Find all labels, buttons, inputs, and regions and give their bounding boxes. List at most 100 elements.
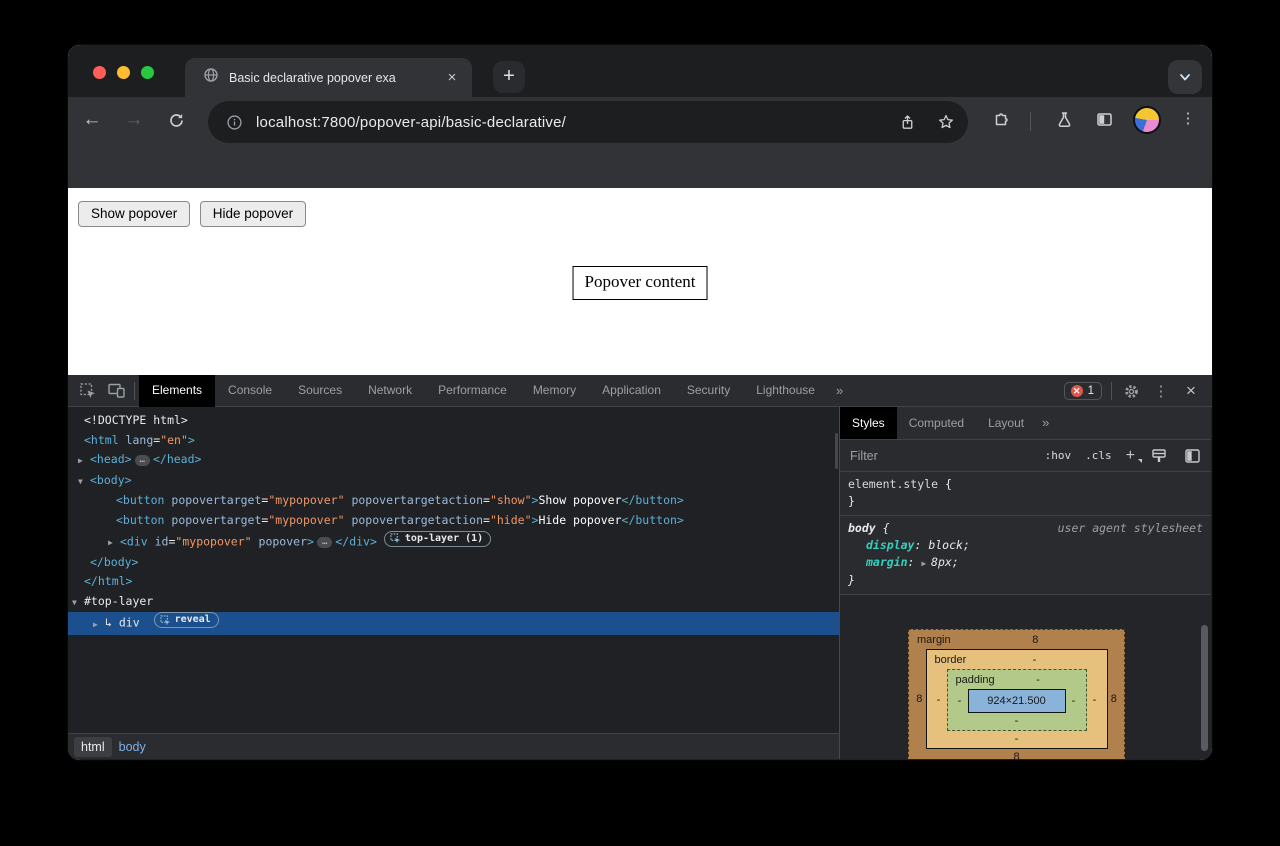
toolbar-separator bbox=[1111, 382, 1112, 400]
adorner-icon bbox=[160, 615, 171, 626]
computed-sidebar-toggle-icon[interactable] bbox=[1184, 448, 1201, 464]
dom-node-row-selected[interactable]: ▶↳ div reveal bbox=[68, 612, 839, 634]
dom-node-row[interactable]: ▶<div id="mypopover" popover>…</div>top-… bbox=[68, 531, 839, 553]
expand-property-icon[interactable]: ▶ bbox=[921, 559, 931, 568]
css-property-display[interactable]: display: block; bbox=[848, 537, 1203, 554]
breadcrumb-item-html[interactable]: html bbox=[74, 737, 112, 757]
forward-button[interactable]: → bbox=[120, 106, 148, 134]
dom-node-row[interactable]: ▶<head>…</head> bbox=[68, 450, 839, 471]
address-bar[interactable]: localhost:7800/popover-api/basic-declara… bbox=[208, 101, 968, 143]
inline-expand-icon[interactable]: … bbox=[135, 455, 150, 466]
share-icon[interactable] bbox=[895, 110, 919, 134]
devtools-tab-console[interactable]: Console bbox=[215, 375, 285, 407]
padding-label: padding bbox=[952, 674, 995, 686]
border-top-value[interactable]: - bbox=[966, 654, 1102, 666]
site-info-icon[interactable] bbox=[222, 110, 246, 134]
bookmark-star-icon[interactable] bbox=[934, 110, 958, 134]
expand-arrow-icon[interactable]: ▼ bbox=[72, 593, 84, 613]
mac-zoom-button[interactable] bbox=[141, 66, 154, 79]
error-count-badge[interactable]: ✕ 1 bbox=[1064, 382, 1102, 400]
devtools-tab-sources[interactable]: Sources bbox=[285, 375, 355, 407]
toggle-hov[interactable]: :hov bbox=[1045, 449, 1072, 462]
devtools-menu-icon[interactable]: ⋮ bbox=[1148, 378, 1174, 404]
devtools-tab-memory[interactable]: Memory bbox=[520, 375, 589, 407]
extensions-icon[interactable] bbox=[989, 107, 1013, 131]
style-rule-element-style[interactable]: element.style {} bbox=[840, 472, 1211, 516]
sidebar-tab-styles[interactable]: Styles bbox=[840, 407, 897, 439]
css-property-margin[interactable]: margin: ▶ 8px; bbox=[848, 554, 1203, 572]
devtools-close-icon[interactable]: × bbox=[1178, 378, 1204, 404]
new-style-rule-button[interactable]: + bbox=[1126, 447, 1135, 465]
mac-close-button[interactable] bbox=[93, 66, 106, 79]
collapse-arrow-icon[interactable]: ▶ bbox=[108, 533, 120, 553]
devtools-main: <!DOCTYPE html><html lang="en">▶<head>…<… bbox=[68, 407, 1212, 759]
dom-node-row[interactable]: <html lang="en"> bbox=[68, 431, 839, 451]
top-layer-badge[interactable]: top-layer (1) bbox=[384, 531, 491, 547]
profile-avatar[interactable] bbox=[1133, 106, 1161, 134]
devtools-tab-performance[interactable]: Performance bbox=[425, 375, 520, 407]
toggle-cls[interactable]: .cls bbox=[1085, 449, 1112, 462]
sidebar-tab-layout[interactable]: Layout bbox=[976, 407, 1036, 439]
inspect-element-button[interactable] bbox=[74, 378, 102, 404]
margin-left-value[interactable]: 8 bbox=[913, 693, 926, 705]
border-bottom-value[interactable]: - bbox=[931, 731, 1103, 747]
hide-popover-button[interactable]: Hide popover bbox=[200, 201, 306, 227]
more-sidebar-tabs-icon[interactable]: » bbox=[1036, 407, 1055, 439]
reload-button[interactable] bbox=[162, 106, 190, 134]
dom-node-row[interactable]: <button popovertarget="mypopover" popove… bbox=[68, 511, 839, 531]
devtools-settings-button[interactable] bbox=[1118, 378, 1144, 404]
devtools-tab-elements[interactable]: Elements bbox=[139, 375, 215, 407]
styles-scrollbar-thumb[interactable] bbox=[1201, 625, 1208, 751]
inline-expand-icon[interactable]: … bbox=[317, 537, 332, 548]
style-rule-body[interactable]: body {user agent stylesheetdisplay: bloc… bbox=[840, 516, 1211, 595]
mac-minimize-button[interactable] bbox=[117, 66, 130, 79]
collapse-arrow-icon[interactable]: ▶ bbox=[93, 615, 105, 635]
more-panels-icon[interactable]: » bbox=[828, 375, 851, 406]
box-model-content[interactable]: 924×21.500 bbox=[968, 689, 1066, 713]
rendering-emulation-icon[interactable] bbox=[1151, 448, 1168, 464]
border-left-value[interactable]: - bbox=[931, 694, 947, 706]
breadcrumb-item-body[interactable]: body bbox=[112, 737, 153, 757]
devtools-tabs: ElementsConsoleSourcesNetworkPerformance… bbox=[139, 375, 828, 407]
margin-right-value[interactable]: 8 bbox=[1108, 693, 1121, 705]
devtools-tab-network[interactable]: Network bbox=[355, 375, 425, 407]
dom-scrollbar-thumb[interactable] bbox=[835, 433, 838, 469]
collapse-arrow-icon[interactable]: ▶ bbox=[78, 451, 90, 471]
back-button[interactable]: ← bbox=[78, 106, 106, 134]
dom-node-row[interactable]: ▼<body> bbox=[68, 471, 839, 492]
box-model-border[interactable]: border- - padding- - 924×21.500 bbox=[926, 649, 1108, 749]
box-model-diagram[interactable]: margin8 8 border- - padding- bbox=[908, 629, 1125, 759]
devtools-tab-security[interactable]: Security bbox=[674, 375, 743, 407]
dom-node-row[interactable]: </body> bbox=[68, 553, 839, 573]
margin-top-value[interactable]: 8 bbox=[951, 634, 1120, 646]
device-toolbar-button[interactable] bbox=[102, 378, 130, 404]
devtools-tab-application[interactable]: Application bbox=[589, 375, 674, 407]
sidebar-tab-computed[interactable]: Computed bbox=[897, 407, 976, 439]
browser-menu-icon[interactable]: ⋮ bbox=[1178, 107, 1198, 131]
box-model-margin[interactable]: margin8 8 border- - padding- bbox=[908, 629, 1125, 759]
padding-bottom-value[interactable]: - bbox=[952, 713, 1082, 729]
styles-filter-input[interactable] bbox=[850, 449, 980, 463]
margin-bottom-value[interactable]: 8 bbox=[913, 749, 1120, 759]
reveal-badge[interactable]: reveal bbox=[154, 612, 219, 628]
padding-left-value[interactable]: - bbox=[952, 695, 968, 707]
box-model-padding[interactable]: padding- - 924×21.500 - - bbox=[947, 669, 1087, 731]
padding-right-value[interactable]: - bbox=[1066, 695, 1082, 707]
dom-node-row[interactable]: </html> bbox=[68, 572, 839, 592]
side-panel-icon[interactable] bbox=[1092, 107, 1116, 131]
browser-tab[interactable]: Basic declarative popover exa × bbox=[185, 58, 472, 97]
styles-sidebar: StylesComputedLayout» :hov .cls + element… bbox=[839, 407, 1211, 759]
show-popover-button[interactable]: Show popover bbox=[78, 201, 190, 227]
dom-node-row[interactable]: <!DOCTYPE html> bbox=[68, 411, 839, 431]
experiments-flask-icon[interactable] bbox=[1052, 107, 1076, 131]
tab-search-button[interactable] bbox=[1168, 60, 1202, 94]
new-tab-button[interactable]: + bbox=[493, 61, 525, 93]
url-text[interactable]: localhost:7800/popover-api/basic-declara… bbox=[256, 114, 968, 131]
expand-arrow-icon[interactable]: ▼ bbox=[78, 472, 90, 492]
padding-top-value[interactable]: - bbox=[995, 674, 1082, 686]
dom-node-row[interactable]: <button popovertarget="mypopover" popove… bbox=[68, 491, 839, 511]
border-right-value[interactable]: - bbox=[1087, 694, 1103, 706]
tab-close-icon[interactable]: × bbox=[442, 68, 462, 88]
devtools-tab-lighthouse[interactable]: Lighthouse bbox=[743, 375, 828, 407]
dom-node-row[interactable]: ▼#top-layer bbox=[68, 592, 839, 613]
